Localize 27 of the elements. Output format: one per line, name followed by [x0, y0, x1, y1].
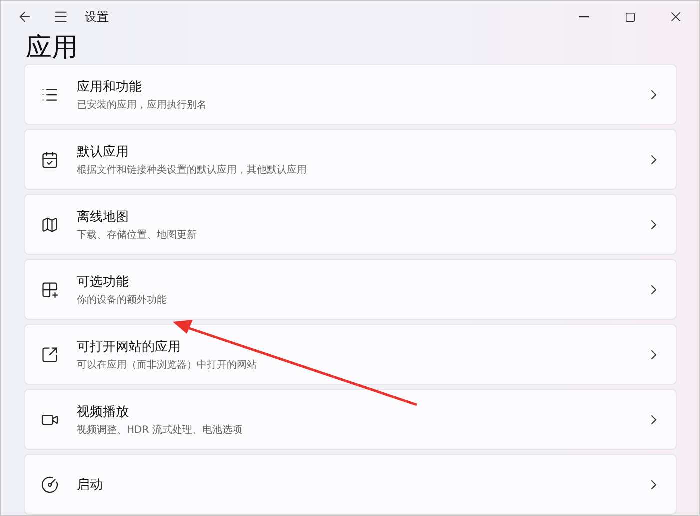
item-description: 视频调整、HDR 流式处理、电池选项 — [77, 424, 244, 436]
menu-icon — [53, 9, 69, 25]
page-heading: 应用 — [26, 33, 79, 64]
item-title: 应用和功能 — [77, 78, 143, 96]
item-description: 你的设备的额外功能 — [77, 294, 168, 306]
settings-item[interactable]: 可打开网站的应用 可以在应用（而非浏览器）中打开的网站 — [24, 324, 677, 385]
item-description: 可以在应用（而非浏览器）中打开的网站 — [77, 358, 258, 372]
item-description: 下载、存储位置、地图更新 — [77, 228, 198, 242]
item-title: 可选功能 — [77, 274, 130, 290]
item-title: 可打开网站的应用 — [77, 338, 182, 356]
item-title: 默认应用 — [77, 144, 130, 160]
item-description: 已安装的应用，应用执行别名 — [77, 98, 208, 112]
minimize-icon — [579, 16, 589, 18]
settings-item[interactable]: 应用和功能 已安装的应用，应用执行别名 — [24, 64, 677, 125]
item-title: 启动 — [77, 476, 104, 494]
maximize-icon — [624, 12, 636, 22]
item-description: 根据文件和链接种类设置的默认应用，其他默认应用 — [77, 164, 308, 176]
settings-item[interactable]: 默认应用 根据文件和链接种类设置的默认应用，其他默认应用 — [24, 129, 677, 190]
settings-item[interactable]: 可选功能 你的设备的额外功能 — [24, 259, 677, 320]
settings-item[interactable]: 离线地图 下载、存储位置、地图更新 — [24, 194, 677, 255]
window-title: 设置 — [85, 8, 109, 26]
settings-item[interactable]: 启动 — [24, 454, 677, 515]
gauge-icon — [41, 476, 61, 494]
grid-plus-icon — [41, 280, 61, 298]
item-title: 离线地图 — [77, 208, 130, 226]
item-title: 视频播放 — [77, 404, 130, 420]
settings-item[interactable]: 视频播放 视频调整、HDR 流式处理、电池选项 — [24, 389, 677, 450]
